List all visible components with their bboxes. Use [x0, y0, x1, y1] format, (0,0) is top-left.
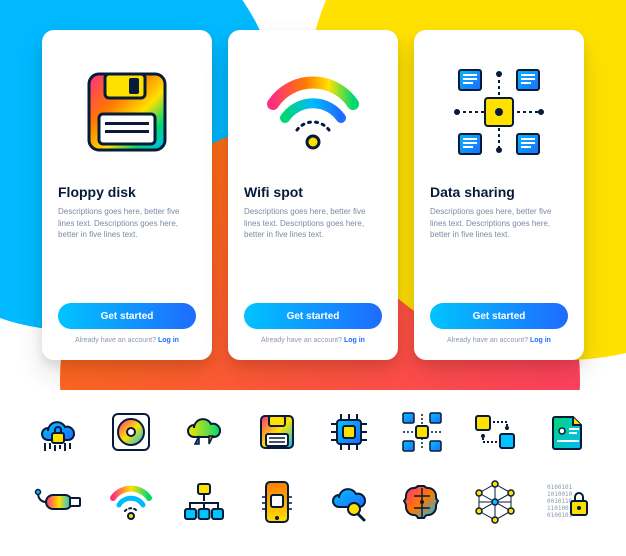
icon-row-2: 01001011010010 00101101101001 0100101	[34, 478, 592, 526]
data-sharing-icon	[430, 52, 568, 172]
usb-icon	[34, 478, 82, 526]
cpu-icon	[325, 408, 373, 456]
already-have-account-label: Already have an account?	[261, 337, 342, 344]
card-description: Descriptions goes here, better five line…	[244, 206, 382, 241]
transfer-icon	[471, 408, 519, 456]
already-have-account-label: Already have an account?	[75, 337, 156, 344]
neural-net-icon	[471, 478, 519, 526]
wifi-small-icon	[107, 478, 155, 526]
login-link[interactable]: Log in	[158, 337, 179, 344]
floppy-disk-icon	[58, 52, 196, 172]
cloud-lock-icon	[34, 408, 82, 456]
phone-chip-icon	[253, 478, 301, 526]
login-link[interactable]: Log in	[344, 337, 365, 344]
card-title: Wifi spot	[244, 184, 303, 200]
login-link[interactable]: Log in	[530, 337, 551, 344]
svg-text:1101001: 1101001	[547, 505, 573, 512]
svg-text:0100101: 0100101	[547, 484, 573, 491]
server-grid-icon	[398, 408, 446, 456]
disc-icon	[107, 408, 155, 456]
floppy-small-icon	[253, 408, 301, 456]
get-started-button[interactable]: Get started	[58, 303, 196, 329]
sitemap-icon	[180, 478, 228, 526]
card-description: Descriptions goes here, better five line…	[430, 206, 568, 241]
login-row: Already have an account? Log in	[75, 337, 179, 344]
card-description: Descriptions goes here, better five line…	[58, 206, 196, 241]
get-started-button[interactable]: Get started	[244, 303, 382, 329]
login-row: Already have an account? Log in	[447, 337, 551, 344]
icon-row-1	[34, 408, 592, 456]
get-started-button[interactable]: Get started	[430, 303, 568, 329]
card-title: Data sharing	[430, 184, 515, 200]
onboarding-card-datasharing: Data sharing Descriptions goes here, bet…	[414, 30, 584, 360]
card-title: Floppy disk	[58, 184, 136, 200]
already-have-account-label: Already have an account?	[447, 337, 528, 344]
svg-text:1010010: 1010010	[547, 491, 573, 498]
onboarding-card-wifi: Wifi spot Descriptions goes here, better…	[228, 30, 398, 360]
onboarding-card-floppy: Floppy disk Descriptions goes here, bett…	[42, 30, 212, 360]
svg-text:0010110: 0010110	[547, 498, 573, 505]
binary-lock-icon: 01001011010010 00101101101001 0100101	[544, 478, 592, 526]
icon-grid: 01001011010010 00101101101001 0100101	[0, 390, 626, 544]
hero-panel: Floppy disk Descriptions goes here, bett…	[0, 0, 626, 390]
cloud-search-icon	[325, 478, 373, 526]
cloud-sync-icon	[180, 408, 228, 456]
ai-brain-icon	[398, 478, 446, 526]
svg-text:0100101: 0100101	[547, 512, 573, 519]
wifi-icon	[244, 52, 382, 172]
login-row: Already have an account? Log in	[261, 337, 365, 344]
file-person-icon	[544, 408, 592, 456]
